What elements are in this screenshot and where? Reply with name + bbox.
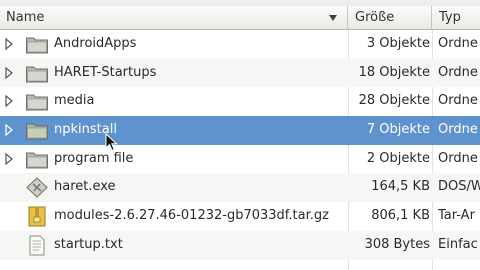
file-name: program file: [54, 150, 134, 166]
column-header-size-label: Größe: [355, 10, 395, 25]
executable-icon: [25, 177, 49, 199]
file-size: 2 Objekte: [366, 150, 430, 166]
file-type: Tar-Ar: [438, 208, 475, 224]
file-name: modules-2.6.27.46-01232-gb7033df.tar.gz: [54, 208, 329, 224]
file-type: Ordne: [438, 93, 478, 109]
sort-descending-icon: [329, 15, 337, 21]
file-name: AndroidApps: [54, 36, 137, 51]
file-size: 7 Objekte: [366, 122, 430, 138]
list-item[interactable]: media 28 Objekte Ordne: [0, 87, 480, 116]
file-name: startup.txt: [54, 236, 123, 252]
list-item[interactable]: AndroidApps 3 Objekte Ordne: [0, 30, 480, 59]
column-header: Name Größe Typ: [0, 6, 480, 30]
folder-icon: [25, 120, 49, 141]
file-size: 806,1 KB: [371, 208, 430, 224]
column-header-type[interactable]: Typ: [432, 6, 480, 29]
list-item[interactable]: program file 2 Objekte Ordne: [0, 145, 480, 174]
expander-arrow-icon[interactable]: [4, 59, 14, 88]
file-type: Einfac: [438, 236, 478, 252]
expander-arrow-icon[interactable]: [4, 87, 14, 116]
expander-arrow-icon[interactable]: [4, 116, 14, 145]
list-item[interactable]: haret.exe 164,5 KB DOS/W: [0, 173, 480, 203]
file-type: Ordne: [438, 64, 478, 80]
file-size: 3 Objekte: [366, 36, 430, 51]
file-type: Ordne: [438, 36, 478, 51]
folder-icon: [25, 34, 49, 55]
file-size: 308 Bytes: [364, 236, 430, 252]
file-size: 18 Objekte: [358, 64, 430, 80]
list-item[interactable]: modules-2.6.27.46-01232-gb7033df.tar.gz 8…: [0, 202, 480, 231]
folder-icon: [25, 63, 49, 84]
folder-icon: [25, 91, 49, 112]
archive-icon: [25, 206, 49, 227]
file-name: media: [54, 93, 95, 109]
file-name: haret.exe: [54, 179, 116, 195]
column-header-type-label: Typ: [439, 10, 461, 25]
expander-arrow-icon[interactable]: [4, 145, 14, 174]
file-list: AndroidApps 3 Objekte Ordne HARET-Startups 1…: [0, 30, 480, 260]
column-header-name-label: Name: [6, 10, 45, 25]
column-header-size[interactable]: Größe: [348, 6, 432, 29]
list-item[interactable]: npkinstall 7 Objekte Ordne: [0, 116, 480, 145]
file-name: HARET-Startups: [54, 64, 157, 80]
mouse-pointer-icon: [105, 133, 118, 152]
expander-arrow-icon[interactable]: [4, 30, 14, 59]
file-size: 28 Objekte: [358, 93, 430, 109]
file-name: npkinstall: [54, 122, 117, 138]
list-item[interactable]: HARET-Startups 18 Objekte Ordne: [0, 58, 480, 88]
file-type: Ordne: [438, 122, 478, 138]
text-file-icon: [25, 235, 49, 256]
column-header-name[interactable]: Name: [0, 6, 348, 29]
file-type: DOS/W: [438, 179, 480, 195]
file-size: 164,5 KB: [371, 179, 430, 195]
file-type: Ordne: [438, 150, 478, 166]
list-item[interactable]: startup.txt 308 Bytes Einfac: [0, 230, 480, 260]
folder-icon: [25, 149, 49, 170]
